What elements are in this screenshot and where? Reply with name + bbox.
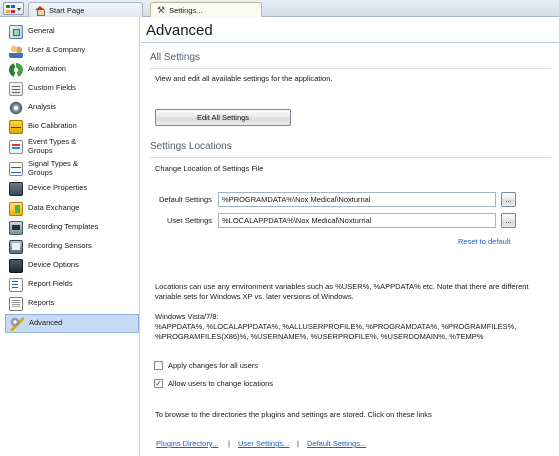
sidebar-item-recording-templates[interactable]: Recording Templates: [5, 218, 139, 237]
user-settings-browse-button[interactable]: ...: [501, 213, 516, 228]
all-settings-description: View and edit all available settings for…: [155, 74, 333, 83]
sidebar-item-label: Bio Calibration: [28, 121, 77, 131]
settings-locations-subheading: Change Location of Settings File: [155, 164, 264, 173]
signal-types-icon: [9, 161, 23, 176]
sidebar-item-analysis[interactable]: Analysis: [5, 98, 139, 117]
tab-settings[interactable]: ⚒ Settings...: [150, 2, 262, 18]
vista-title: Windows Vista/7/8:: [155, 312, 219, 321]
section-divider: [149, 157, 551, 158]
sidebar-item-automation[interactable]: Automation: [5, 60, 139, 79]
sidebar-item-event-types[interactable]: Event Types & Groups: [5, 137, 139, 156]
sidebar-item-label: Reports: [28, 298, 55, 308]
house-icon: [35, 5, 45, 16]
env-info-line-1: Locations can use any environment variab…: [155, 282, 529, 291]
sidebar-item-data-exchange[interactable]: Data Exchange: [5, 199, 139, 218]
vista-vars-line-1: %APPDATA%, %LOCALAPPDATA%, %ALLUSERPROFI…: [155, 322, 517, 331]
tab-start-page-label: Start Page: [49, 5, 85, 15]
sidebar-item-device-properties[interactable]: Device Properties: [5, 179, 139, 198]
allow-change-locations-label: Allow users to change locations: [168, 379, 274, 388]
device-options-icon: [9, 258, 23, 273]
bio-calibration-icon: [9, 119, 23, 134]
sidebar-item-label: Signal Types & Groups: [28, 159, 78, 177]
sidebar-item-general[interactable]: General: [5, 22, 139, 41]
sidebar-item-label: Report Fields: [28, 279, 73, 289]
plugins-directory-link[interactable]: Plugins Directory...: [156, 439, 218, 448]
user-settings-link[interactable]: User Settings...: [238, 439, 289, 448]
sidebar-item-report-fields[interactable]: Report Fields: [5, 275, 139, 294]
device-properties-icon: [9, 181, 23, 196]
settings-content: Advanced All Settings View and edit all …: [141, 17, 559, 456]
sidebar-item-label: Device Properties: [28, 183, 88, 193]
event-types-icon: [9, 139, 23, 154]
tab-start-page[interactable]: Start Page: [28, 2, 143, 17]
analysis-icon: [9, 100, 23, 115]
sidebar-item-label: General: [28, 26, 55, 36]
browse-instructions: To browse to the directories the plugins…: [155, 410, 432, 419]
data-exchange-icon: [9, 201, 23, 216]
user-settings-label: User Settings: [167, 216, 213, 225]
sidebar-item-bio-calibration[interactable]: Bio Calibration: [5, 117, 139, 136]
chevron-down-icon: [17, 8, 21, 11]
default-settings-browse-button[interactable]: ...: [501, 192, 516, 207]
link-separator: |: [228, 439, 230, 448]
apply-all-users-checkbox[interactable]: [154, 361, 163, 370]
sidebar-item-label: Recording Sensors: [28, 241, 92, 251]
sidebar-item-device-options[interactable]: Device Options: [5, 256, 139, 275]
sidebar-item-reports[interactable]: Reports: [5, 294, 139, 313]
general-icon: [9, 24, 23, 39]
link-separator: |: [297, 439, 299, 448]
recording-sensors-icon: [9, 239, 23, 254]
custom-fields-icon: [9, 81, 23, 96]
apply-all-users-label: Apply changes for all users: [168, 361, 259, 370]
sidebar-item-label: Event Types & Groups: [28, 137, 77, 155]
tab-strip: Start Page ⚒ Settings...: [0, 0, 559, 18]
sidebar-item-label: Custom Fields: [28, 83, 76, 93]
app-grid-icon: [6, 5, 15, 13]
reset-to-default-link[interactable]: Reset to default: [458, 237, 511, 246]
checkmark-icon: ✓: [155, 379, 162, 388]
recording-templates-icon: [9, 220, 23, 235]
page-title: Advanced: [146, 22, 213, 39]
sidebar-item-signal-types[interactable]: Signal Types & Groups: [5, 159, 139, 178]
default-settings-label: Default Settings: [159, 195, 212, 204]
sidebar-item-recording-sensors[interactable]: Recording Sensors: [5, 237, 139, 256]
default-settings-path-field[interactable]: [218, 192, 496, 207]
user-settings-path-field[interactable]: [218, 213, 496, 228]
edit-all-settings-button[interactable]: Edit All Settings: [155, 109, 291, 126]
section-settings-locations-heading: Settings Locations: [150, 141, 232, 152]
settings-sidebar: General User & Company Automation Custom…: [0, 17, 140, 456]
env-info-line-2: variable sets for Windows XP vs. later v…: [155, 292, 354, 301]
tab-settings-label: Settings...: [169, 6, 203, 15]
tools-icon: ⚒: [157, 5, 166, 15]
reports-icon: [9, 296, 23, 311]
sidebar-item-label: Data Exchange: [28, 203, 80, 213]
sidebar-item-label: Analysis: [28, 102, 56, 112]
user-company-icon: [9, 43, 23, 58]
default-settings-link[interactable]: Default Settings...: [307, 439, 366, 448]
automation-icon: [9, 62, 23, 77]
section-all-settings-heading: All Settings: [150, 52, 201, 63]
advanced-icon: [10, 316, 24, 331]
sidebar-item-custom-fields[interactable]: Custom Fields: [5, 79, 139, 98]
section-divider: [149, 68, 551, 69]
sidebar-item-label: User & Company: [28, 45, 86, 55]
sidebar-item-label: Automation: [28, 64, 66, 74]
app-menu-button[interactable]: [3, 2, 24, 15]
allow-change-locations-checkbox[interactable]: ✓: [154, 379, 163, 388]
sidebar-item-user-company[interactable]: User & Company: [5, 41, 139, 60]
sidebar-item-label: Device Options: [28, 260, 79, 270]
vista-vars-line-2: %PROGRAMFILES(X86)%, %USERNAME%, %USERPR…: [155, 332, 484, 341]
sidebar-item-label: Advanced: [29, 318, 63, 328]
sidebar-item-label: Recording Templates: [28, 222, 99, 232]
title-divider: [141, 42, 559, 43]
report-fields-icon: [9, 277, 23, 292]
sidebar-item-advanced[interactable]: Advanced: [5, 314, 139, 333]
